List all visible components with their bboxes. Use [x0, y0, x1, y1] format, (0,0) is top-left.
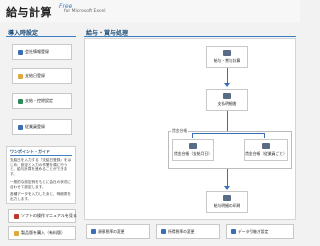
pay-deduction-settings-button[interactable]: 支給・控除設定 [12, 93, 72, 109]
guide-paragraph-1: 支給日を入力する「支給日登録」をはじめ、設定と入力の作業を順に行うと、給与計算を… [10, 158, 72, 176]
salary-bonus-calc-label: 給与・賞与計算 [213, 58, 241, 63]
ledger-icon [189, 143, 197, 149]
flow-arrow-3-head [224, 186, 230, 190]
app-title: 給与計算 [6, 6, 52, 19]
flow-arrow-1 [227, 68, 228, 84]
calculator-icon [223, 50, 231, 56]
flow-arrow-1-head [224, 83, 230, 87]
company-info-button[interactable]: 会社情報登録 [12, 44, 72, 60]
wage-ledger-by-employee-label: 賃金台帳（従業員ごと） [245, 151, 287, 156]
cart-icon [14, 230, 19, 236]
wage-ledger-group-label: 賃金台帳 [171, 128, 189, 134]
edit-icon [91, 229, 96, 234]
payment-statement-button[interactable]: 支払明細書 [206, 89, 248, 111]
flow-branch-line [192, 133, 264, 134]
wage-ledger-by-date-button[interactable]: 賃金台帳（支給月日） [172, 139, 214, 161]
flow-arrow-2 [227, 111, 228, 131]
flow-arrow-3 [227, 169, 228, 187]
app-header: 給与計算 Free for Microsoft Excel [0, 0, 300, 22]
wage-ledger-by-date-label: 賃金台帳（支給月日） [174, 151, 212, 156]
company-info-label: 会社情報登録 [25, 49, 49, 54]
employee-register-label: 従業員登録 [25, 124, 45, 129]
pay-deduction-settings-label: 支給・控除設定 [25, 98, 53, 103]
payroll-flow-area [84, 38, 296, 220]
setup-section-divider [6, 36, 76, 37]
building-icon [18, 49, 23, 55]
guide-paragraph-3: 各種データを入力したあと、明細書を出力します。 [10, 192, 71, 201]
manual-button[interactable]: ソフトの操作マニュアルを見る [8, 209, 77, 223]
edit-icon [161, 229, 166, 234]
buy-full-version-label: 製品版を購入（有料版） [21, 230, 65, 235]
onepoint-guide: ワンポイント・ガイド 支給日を入力する「支給日登録」をはじめ、設定と入力の作業を… [6, 146, 76, 204]
income-tax-rate-label: 所得税率の変更 [168, 228, 195, 234]
data-transfer-button[interactable]: データ引継ぎ設定 [226, 224, 294, 239]
payday-label: 支給日登録 [25, 73, 45, 78]
guide-divider [10, 155, 72, 156]
payment-statement-label: 支払明細書 [217, 101, 237, 106]
transfer-icon [231, 229, 236, 234]
app-subtitle: for Microsoft Excel [64, 9, 106, 14]
income-tax-rate-button[interactable]: 所得税率の変更 [156, 224, 220, 239]
print-payslip-label: 給与明細の印刷 [213, 203, 241, 208]
flow-branch-right [264, 133, 265, 138]
salary-bonus-calc-button[interactable]: 給与・賞与計算 [206, 46, 248, 68]
printer-icon [223, 195, 231, 201]
employee-register-button[interactable]: 従業員登録 [12, 119, 72, 135]
payroll-section-divider [84, 36, 296, 37]
payday-button[interactable]: 支給日登録 [12, 68, 72, 84]
manual-label: ソフトの操作マニュアルを見る [21, 213, 77, 218]
print-payslip-button[interactable]: 給与明細の印刷 [206, 191, 248, 213]
wage-ledger-by-employee-button[interactable]: 賃金台帳（従業員ごと） [244, 139, 288, 161]
withholding-rate-button[interactable]: 源泉税率の変更 [86, 224, 150, 239]
ledger-icon [262, 143, 270, 149]
manual-icon [14, 213, 19, 219]
withholding-rate-label: 源泉税率の変更 [98, 228, 125, 234]
document-icon [223, 93, 231, 99]
buy-full-version-button[interactable]: 製品版を購入（有料版） [8, 226, 76, 240]
people-icon [18, 124, 23, 130]
guide-paragraph-2: 一般的な設定例をもとに会社の状況に合わせて設定します。 [10, 180, 72, 189]
calendar-icon [18, 73, 23, 79]
settings-icon [18, 98, 23, 104]
flow-branch-left [192, 133, 193, 138]
data-transfer-label: データ引継ぎ設定 [238, 228, 269, 234]
